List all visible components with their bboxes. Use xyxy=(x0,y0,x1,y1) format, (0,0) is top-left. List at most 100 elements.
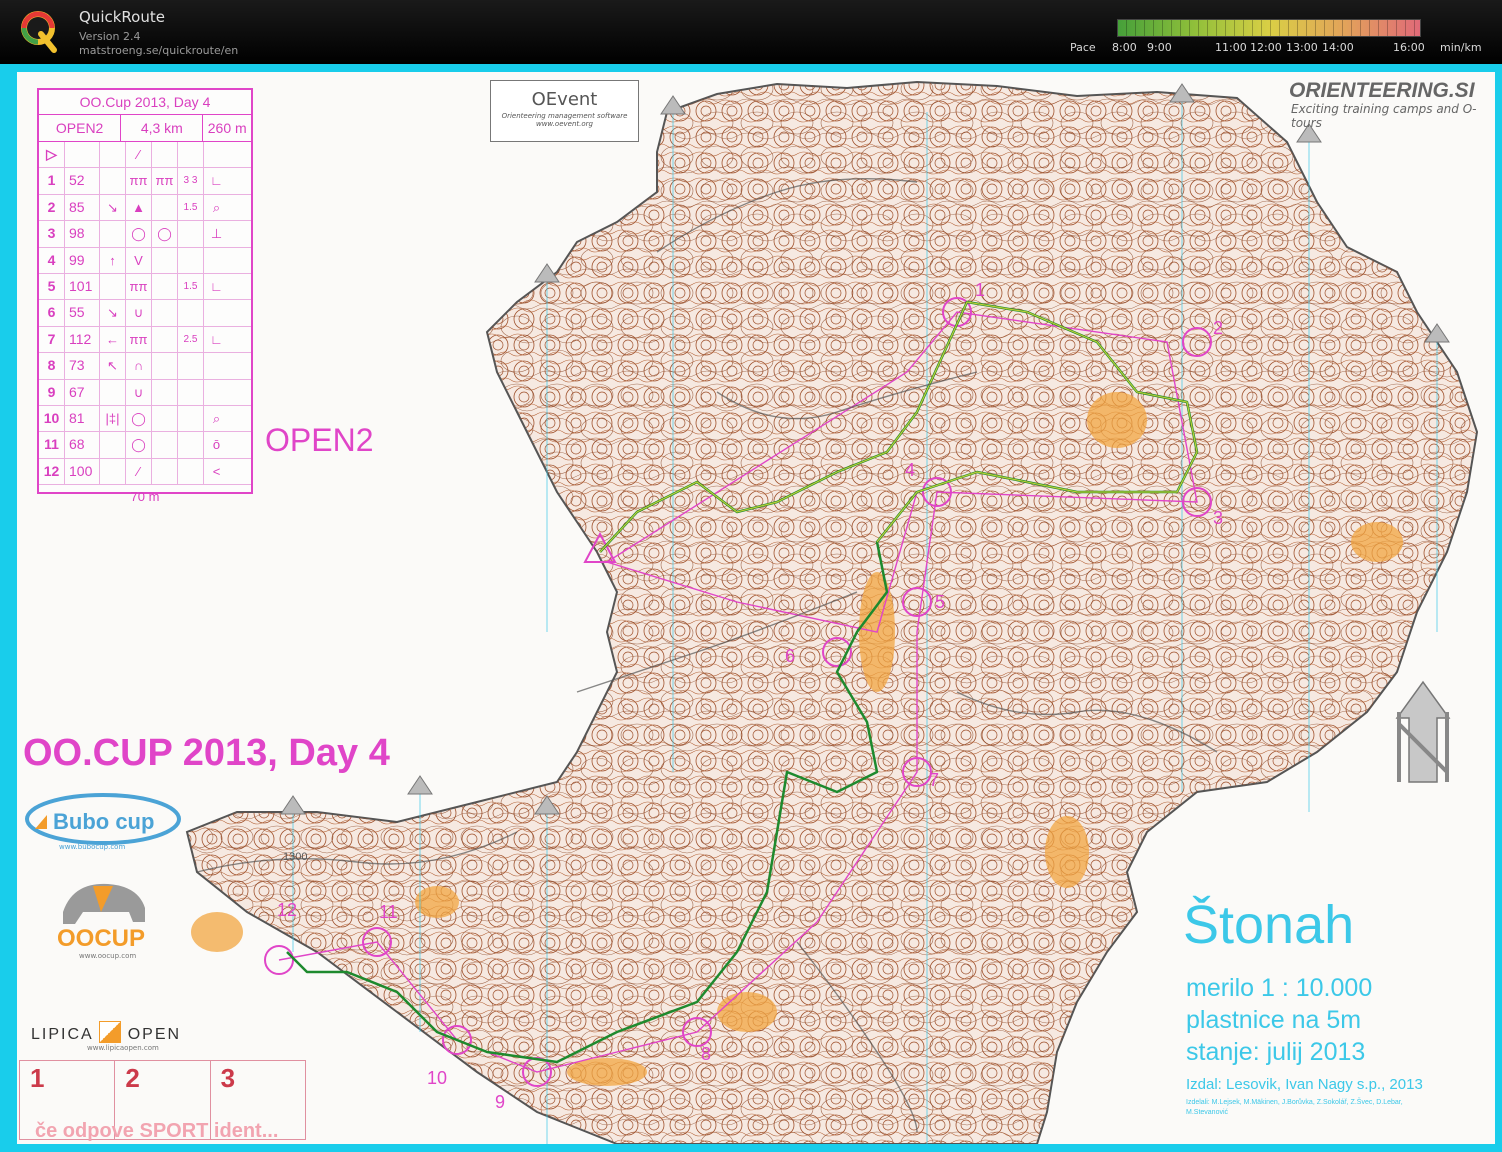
card-cell-c3 xyxy=(152,405,178,432)
card-cell-c1: ↖ xyxy=(100,353,126,379)
pace-tick: 9:00 xyxy=(1147,41,1172,54)
map-credits: Izdelali: M.Lejsek, M.Mäkinen, J.Borůvka… xyxy=(1186,1099,1403,1116)
svg-text:10: 10 xyxy=(427,1068,447,1088)
card-finish-row: 70 m xyxy=(39,485,251,509)
map-publisher: Izdal: Lesovik, Ivan Nagy s.p., 2013 xyxy=(1186,1076,1423,1093)
card-cell-num: 10 xyxy=(39,405,65,432)
app-url[interactable]: matstroeng.se/quickroute/en xyxy=(79,44,238,57)
svg-text:6: 6 xyxy=(785,646,795,666)
card-cell-c4 xyxy=(178,432,204,458)
svg-text:7: 7 xyxy=(929,770,939,790)
card-cell-num: 4 xyxy=(39,247,65,273)
card-cell-c3 xyxy=(152,273,178,300)
card-cell-code: 52 xyxy=(65,168,100,194)
card-cell-c4: 2.5 xyxy=(178,326,204,353)
card-cell-c5 xyxy=(204,353,229,378)
card-cell-c4 xyxy=(178,405,204,432)
card-cell-code: 67 xyxy=(65,379,100,405)
card-cell-code: 85 xyxy=(65,194,100,221)
card-cell-code: 99 xyxy=(65,247,100,273)
course-label: OPEN2 xyxy=(265,422,374,458)
svg-text:12: 12 xyxy=(277,900,297,920)
card-cell-c3 xyxy=(152,300,178,326)
card-cell-c4 xyxy=(178,247,204,273)
oocup-logo: OOCUP xyxy=(57,883,145,952)
svg-text:1: 1 xyxy=(975,280,985,300)
card-cell-c1: ↘ xyxy=(100,300,126,326)
card-cell-num: 3 xyxy=(39,221,65,247)
card-cell-c5 xyxy=(204,248,229,273)
card-cell-c5 xyxy=(204,380,229,405)
card-cell-c2: ∪ xyxy=(126,379,152,405)
card-cell-c3 xyxy=(152,326,178,353)
card-cell-c3: ◯ xyxy=(152,221,178,247)
card-cell-c2: ◯ xyxy=(126,405,152,432)
orienteering-si-tagline: Exciting training camps and O-tours xyxy=(1291,102,1477,130)
oevent-logo: OEvent Orienteering management software … xyxy=(490,80,639,142)
card-control-row: 3 98 ◯ ◯ ⊥ xyxy=(39,221,251,248)
card-cell-c2: ππ xyxy=(126,273,152,300)
card-cell-c3: ππ xyxy=(152,168,178,194)
event-title: OO.CUP 2013, Day 4 xyxy=(23,732,390,774)
pace-tick: 14:00 xyxy=(1322,41,1354,54)
north-arrow-icon xyxy=(1395,680,1451,783)
card-cell-num: 12 xyxy=(39,458,65,485)
svg-text:4: 4 xyxy=(905,460,915,480)
card-cell-c5: ⊥ xyxy=(210,226,223,242)
card-cell-c1 xyxy=(100,221,126,247)
card-cell-num: 1 xyxy=(39,168,65,194)
card-cell-c3 xyxy=(152,194,178,221)
svg-text:8: 8 xyxy=(701,1044,711,1064)
orienteering-si-logo: ORIENTEERING.SI xyxy=(1289,79,1475,102)
control-description-card: OO.Cup 2013, Day 4 OPEN2 4,3 km 260 m ▷ … xyxy=(37,88,253,504)
card-cell-c4 xyxy=(178,379,204,405)
card-control-row: 9 67 ∪ xyxy=(39,379,251,406)
map-updated: stanje: julij 2013 xyxy=(1186,1038,1366,1066)
map-viewport[interactable]: 1 2 3 4 5 6 7 8 9 10 11 12 1300 OO.Cup 2… xyxy=(0,64,1502,1152)
card-cell-c1 xyxy=(100,432,126,458)
card-cell-code: 101 xyxy=(65,273,100,300)
card-cell-c2: ππ xyxy=(126,168,152,194)
card-control-row: 1 52 ππ ππ 3 3 ∟ xyxy=(39,168,251,195)
card-cell-num: 2 xyxy=(39,194,65,221)
card-cell-c4: 1.5 xyxy=(178,194,204,221)
card-cell-c1: ↘ xyxy=(100,194,126,221)
card-cell-c5: < xyxy=(212,463,221,479)
card-cell-num: 8 xyxy=(39,353,65,379)
pace-tick: 16:00 xyxy=(1393,41,1425,54)
map-contour-interval: plastnice na 5m xyxy=(1186,1006,1362,1034)
card-cell-c5: ⌕ xyxy=(212,410,221,426)
svg-text:5: 5 xyxy=(935,592,945,612)
map-name: Štonah xyxy=(1183,895,1355,955)
lipica-mark-icon xyxy=(99,1021,122,1043)
map-paper[interactable]: 1 2 3 4 5 6 7 8 9 10 11 12 1300 OO.Cup 2… xyxy=(17,72,1495,1144)
lipica-open-logo: LIPICA OPEN xyxy=(31,1021,181,1044)
app-version: Version 2.4 xyxy=(79,30,141,43)
card-cell-num: 5 xyxy=(39,273,65,300)
card-cell-c2: V xyxy=(126,247,152,273)
card-cell-c1 xyxy=(100,458,126,485)
bubo-url: www.bubocup.com xyxy=(59,843,126,851)
card-control-row: 5 101 ππ 1.5 ∟ xyxy=(39,273,251,301)
card-cell-code: 68 xyxy=(65,432,100,458)
card-control-row: 2 85 ↘ ▲ 1.5 ⌕ xyxy=(39,194,251,222)
card-control-row: 11 68 ◯ ō xyxy=(39,432,251,459)
oocup-url: www.oocup.com xyxy=(79,952,137,960)
start-icon: ▷ xyxy=(39,142,65,168)
card-cell-num: 11 xyxy=(39,432,65,458)
quickroute-logo-icon xyxy=(21,11,57,53)
card-cell-code: 100 xyxy=(65,458,100,485)
card-cell-c5: ∟ xyxy=(210,278,223,294)
elevation-label: 1300 xyxy=(283,851,307,863)
card-cell-code: 98 xyxy=(65,221,100,247)
card-cell-c4 xyxy=(178,353,204,379)
card-cell-num: 6 xyxy=(39,300,65,326)
card-cell-c1 xyxy=(100,168,126,194)
card-cell-c3 xyxy=(152,247,178,273)
finish-distance: 70 m xyxy=(130,489,160,505)
card-title: OO.Cup 2013, Day 4 xyxy=(39,90,251,115)
svg-text:3: 3 xyxy=(1213,508,1223,528)
svg-text:2: 2 xyxy=(1213,318,1223,338)
card-cell-c3 xyxy=(152,458,178,485)
card-control-row: 10 81 |‡| ◯ ⌕ xyxy=(39,405,251,433)
